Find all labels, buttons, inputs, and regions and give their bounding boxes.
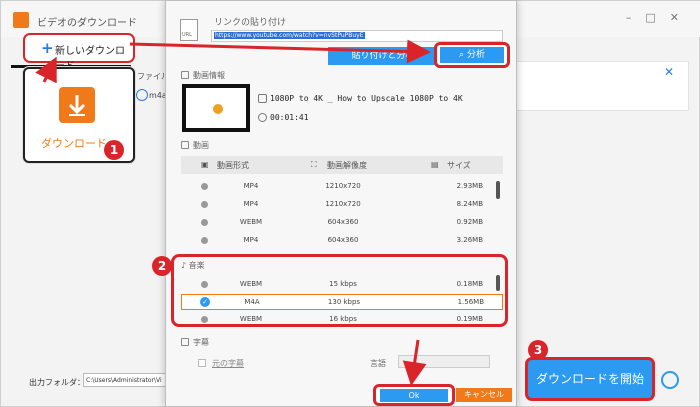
step-badge-3: 3 <box>528 340 548 360</box>
row-resolution: 1210x720 <box>325 200 361 208</box>
language-select[interactable] <box>398 355 490 368</box>
row-format: MP4 <box>243 182 259 190</box>
ok-button-frame[interactable]: Ok <box>373 384 455 406</box>
video-scrollbar[interactable] <box>496 181 500 199</box>
output-folder-field[interactable]: C:\Users\Administrator\Vi <box>83 373 175 387</box>
video-title: 1080P to 4K _ How to Upscale 1080P to 4K <box>270 94 463 103</box>
app-logo-icon <box>13 12 29 28</box>
resolution-column-header: 動画解像度 <box>327 161 367 170</box>
window-controls[interactable]: –□✕ <box>626 11 693 24</box>
video-duration: 00:01:41 <box>270 113 309 122</box>
audio-highlight-box <box>171 254 508 327</box>
download-dialog: URL リンクの貼り付け https://www.youtube.com/wat… <box>165 0 517 407</box>
row-format: WEBM <box>239 218 263 226</box>
search-icon: ⌕ <box>459 50 467 60</box>
row-resolution: 604x360 <box>327 236 359 244</box>
radio-button[interactable] <box>201 201 208 208</box>
original-subtitle-label: 元の字幕 <box>212 359 244 368</box>
info-icon <box>181 71 189 79</box>
row-resolution: 1210x720 <box>325 182 361 190</box>
thumbnail-dot-icon <box>213 104 223 114</box>
row-size: 8.24MB <box>456 200 483 208</box>
format-column-header: 動画形式 <box>217 161 249 170</box>
row-size: 2.93MB <box>456 182 483 190</box>
url-document-icon: URL <box>180 19 198 41</box>
ok-button[interactable]: Ok <box>380 389 448 402</box>
video-info-header-label: 動画情報 <box>193 71 225 80</box>
row-format: MP4 <box>243 200 259 208</box>
url-icon-text: URL <box>182 32 192 38</box>
step-badge-1: 1 <box>104 140 124 160</box>
radio-button[interactable] <box>201 219 208 226</box>
video-row[interactable]: MP4 604x360 3.26MB <box>181 233 503 249</box>
video-header: 動画 <box>181 140 209 151</box>
download-tile-label: ダウンロード <box>41 137 107 150</box>
task-panel <box>509 61 689 111</box>
subtitle-header-label: 字幕 <box>193 338 209 347</box>
paste-and-analyze-button[interactable]: 貼り付けと分析 <box>328 47 438 65</box>
subtitle-header: 字幕 <box>181 337 209 348</box>
language-label: 言語 <box>370 359 386 368</box>
format-column-icon: ▣ <box>201 160 209 169</box>
video-header-label: 動画 <box>193 141 209 150</box>
row-size: 3.26MB <box>456 236 483 244</box>
cancel-button[interactable]: キャンセル <box>456 388 512 402</box>
analyze-button-frame[interactable]: ⌕ 分析 <box>434 42 510 68</box>
video-table-header: ▣ 動画形式 ⛶ 動画解像度 ▤ サイズ <box>181 156 503 174</box>
video-icon <box>181 141 189 149</box>
resolution-column-icon: ⛶ <box>311 160 317 169</box>
url-input[interactable]: https://www.youtube.com/watch?v=nvStPuPB… <box>211 30 503 42</box>
download-icon <box>59 87 95 123</box>
video-row[interactable]: MP4 1210x720 8.24MB <box>181 197 503 213</box>
row-format: MP4 <box>243 236 259 244</box>
plus-icon: + <box>41 39 54 57</box>
link-icon <box>136 89 148 101</box>
analyze-label: 分析 <box>466 50 485 60</box>
start-download-button[interactable]: ダウンロードを開始 <box>525 357 655 401</box>
file-icon <box>258 94 267 103</box>
row-resolution: 604x360 <box>327 218 359 226</box>
window-title: ビデオのダウンロード <box>37 18 137 29</box>
url-label: リンクの貼り付け <box>214 18 287 28</box>
size-column-header: サイズ <box>447 161 471 170</box>
url-value: https://www.youtube.com/watch?v=nvStPuPB… <box>214 32 365 39</box>
video-row[interactable]: MP4 1210x720 2.93MB <box>181 179 503 195</box>
analyze-button[interactable]: ⌕ 分析 <box>440 47 504 63</box>
close-icon[interactable]: ✕ <box>664 65 674 79</box>
clock-icon <box>258 113 267 122</box>
video-info-header: 動画情報 <box>181 70 225 81</box>
radio-button[interactable] <box>201 183 208 190</box>
original-subtitle-checkbox[interactable] <box>198 359 206 367</box>
row-size: 0.92MB <box>456 218 483 226</box>
radio-button[interactable] <box>201 237 208 244</box>
cc-icon <box>181 338 189 346</box>
video-row[interactable]: WEBM 604x360 0.92MB <box>181 215 503 231</box>
video-thumbnail <box>182 84 250 132</box>
size-column-icon: ▤ <box>431 160 439 169</box>
new-download-button[interactable]: + 新しいダウンロード <box>23 33 135 72</box>
alarm-clock-icon[interactable] <box>661 371 679 389</box>
step-badge-2: 2 <box>152 256 172 276</box>
output-folder-label: 出力フォルダ： <box>29 378 85 387</box>
